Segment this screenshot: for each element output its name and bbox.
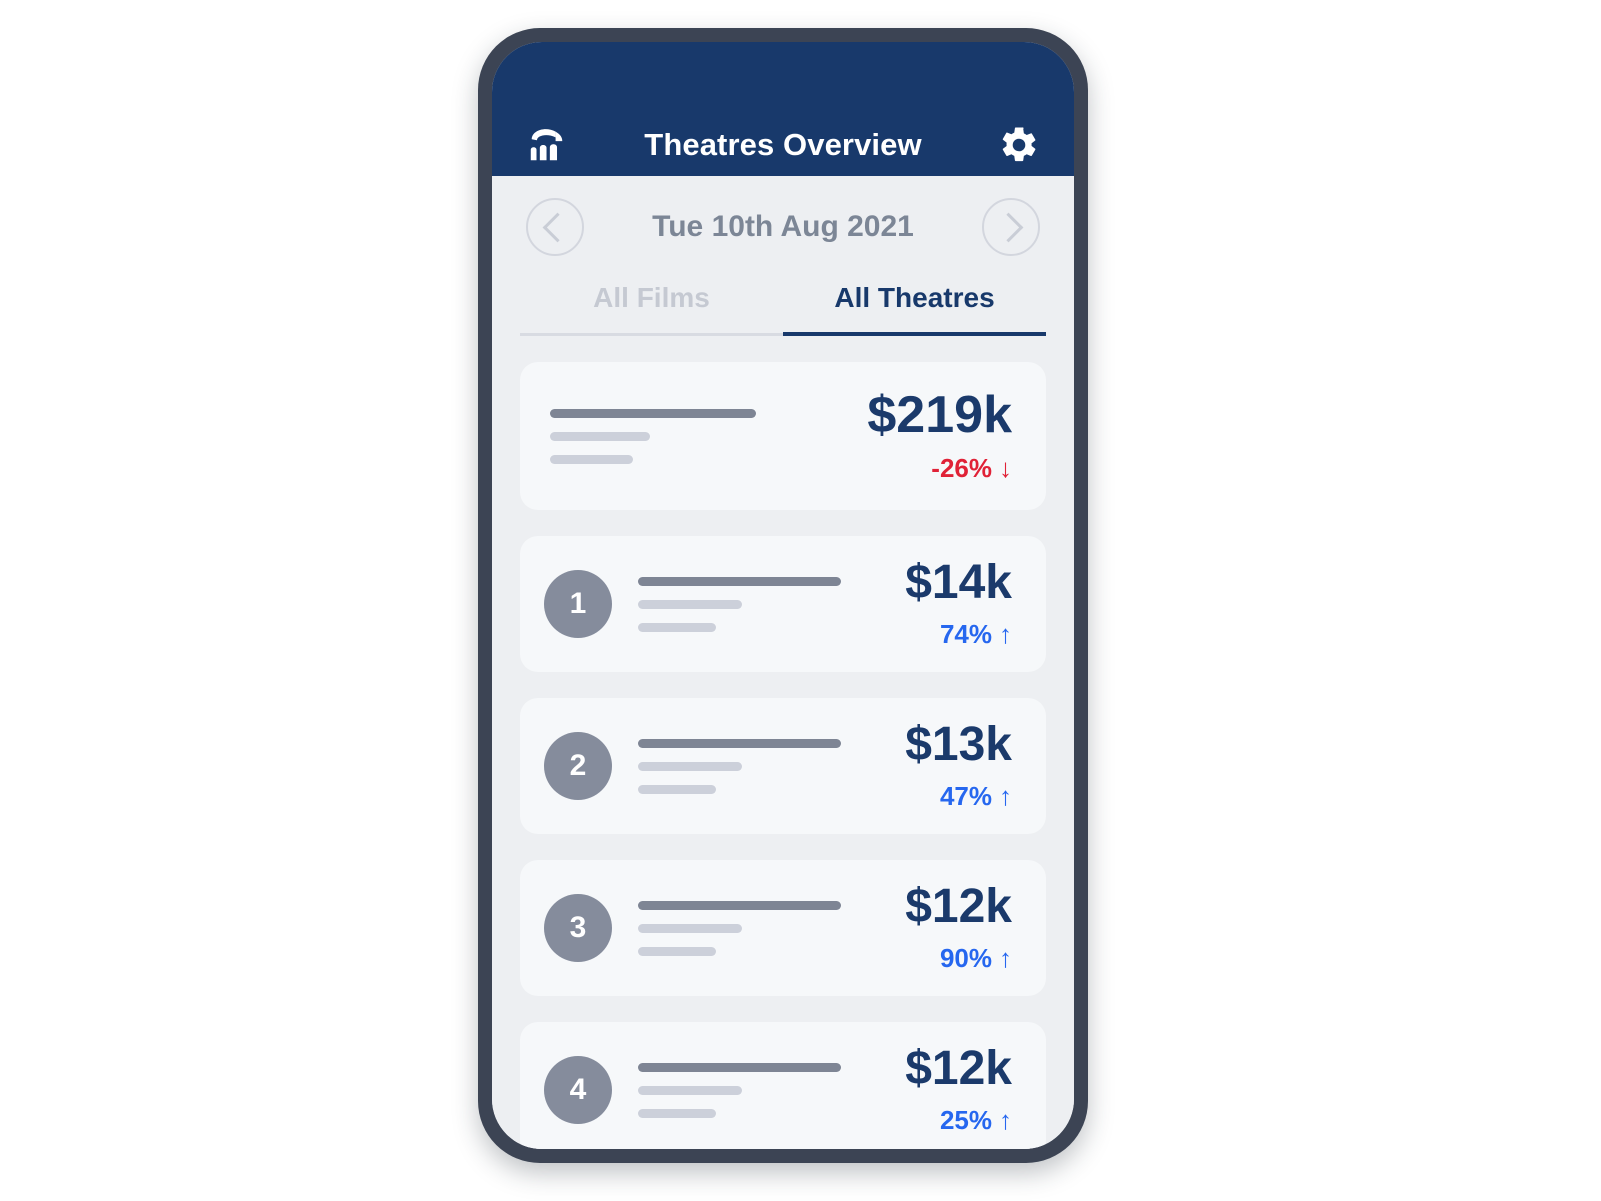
phone-device-frame: Theatres Overview Tue 10th Aug 2021 All … xyxy=(478,28,1088,1163)
theatre-arches-logo-icon[interactable] xyxy=(526,124,568,166)
placeholder-line-tertiary xyxy=(638,784,716,794)
placeholder-line-secondary xyxy=(638,923,742,933)
chevron-right-icon xyxy=(993,212,1024,242)
row-delta-text: 74% xyxy=(939,618,992,649)
phone-screen: Theatres Overview Tue 10th Aug 2021 All … xyxy=(492,42,1074,1149)
row-value: $12k xyxy=(905,1041,1012,1095)
summary-value: $219k xyxy=(867,385,1012,444)
screen-content: Tue 10th Aug 2021 All Films All Theatres xyxy=(492,176,1074,1149)
arrow-up-icon: ↑ xyxy=(999,943,1012,973)
rank-badge: 4 xyxy=(544,1056,612,1124)
arrow-down-icon: ↓ xyxy=(999,453,1012,483)
next-day-button[interactable] xyxy=(982,198,1040,256)
row-delta: 47% ↑ xyxy=(905,781,1012,812)
placeholder-line-tertiary xyxy=(550,454,633,464)
placeholder-line-secondary xyxy=(638,761,742,771)
placeholder-line-secondary xyxy=(638,599,742,609)
row-delta-text: 90% xyxy=(939,942,992,973)
summary-metric: $219k -26% ↓ xyxy=(867,389,1012,484)
row-metric: $13k 47% ↑ xyxy=(905,717,1012,812)
row-placeholder-lines xyxy=(638,576,887,632)
summary-delta: -26% ↓ xyxy=(867,453,1012,484)
table-row[interactable]: 1 $14k 74% ↑ xyxy=(520,536,1046,672)
placeholder-line-secondary xyxy=(550,431,650,441)
previous-day-button[interactable] xyxy=(526,198,584,256)
row-placeholder-lines xyxy=(638,738,887,794)
row-delta: 90% ↑ xyxy=(905,943,1012,974)
row-metric: $14k 74% ↑ xyxy=(905,555,1012,650)
row-value: $12k xyxy=(905,879,1012,933)
row-metric: $12k 90% ↑ xyxy=(905,879,1012,974)
placeholder-line-primary xyxy=(638,576,841,586)
table-row[interactable]: 4 $12k 25% ↑ xyxy=(520,1022,1046,1149)
date-navigation-bar: Tue 10th Aug 2021 xyxy=(492,176,1074,256)
row-delta: 25% ↑ xyxy=(905,1105,1012,1136)
tab-all-films[interactable]: All Films xyxy=(520,282,783,336)
app-header-bar: Theatres Overview xyxy=(492,42,1074,176)
chevron-left-icon xyxy=(542,212,573,242)
row-delta: 74% ↑ xyxy=(905,619,1012,650)
rank-badge: 3 xyxy=(544,894,612,962)
arrow-up-icon: ↑ xyxy=(999,619,1012,649)
row-delta-text: 47% xyxy=(939,780,992,811)
row-value: $13k xyxy=(905,717,1012,771)
row-placeholder-lines xyxy=(638,1062,887,1118)
placeholder-line-tertiary xyxy=(638,946,716,956)
summary-card[interactable]: $219k -26% ↓ xyxy=(520,362,1046,510)
placeholder-line-tertiary xyxy=(638,1108,716,1118)
placeholder-line-tertiary xyxy=(638,622,716,632)
row-delta-text: 25% xyxy=(939,1104,992,1135)
row-placeholder-lines xyxy=(638,900,887,956)
tab-bar: All Films All Theatres xyxy=(520,282,1046,336)
table-row[interactable]: 2 $13k 47% ↑ xyxy=(520,698,1046,834)
table-row[interactable]: 3 $12k 90% ↑ xyxy=(520,860,1046,996)
placeholder-line-primary xyxy=(638,738,841,748)
screenshot-canvas: Theatres Overview Tue 10th Aug 2021 All … xyxy=(0,0,1601,1201)
summary-placeholder-lines xyxy=(550,408,849,464)
rank-badge: 1 xyxy=(544,570,612,638)
placeholder-line-primary xyxy=(638,900,841,910)
placeholder-line-primary xyxy=(638,1062,841,1072)
placeholder-line-primary xyxy=(550,408,756,418)
card-list: $219k -26% ↓ 1 $14k 74% ↑ 2 $13k 47% ↑ 3… xyxy=(520,362,1046,1149)
summary-delta-text: -26% xyxy=(931,452,992,483)
gear-icon[interactable] xyxy=(998,124,1040,166)
arrow-up-icon: ↑ xyxy=(999,781,1012,811)
page-title: Theatres Overview xyxy=(644,127,922,162)
row-metric: $12k 25% ↑ xyxy=(905,1041,1012,1136)
arrow-up-icon: ↑ xyxy=(999,1105,1012,1135)
placeholder-line-secondary xyxy=(638,1085,742,1095)
row-value: $14k xyxy=(905,555,1012,609)
rank-badge: 2 xyxy=(544,732,612,800)
current-date-label: Tue 10th Aug 2021 xyxy=(652,210,914,243)
tab-all-theatres[interactable]: All Theatres xyxy=(783,282,1046,336)
